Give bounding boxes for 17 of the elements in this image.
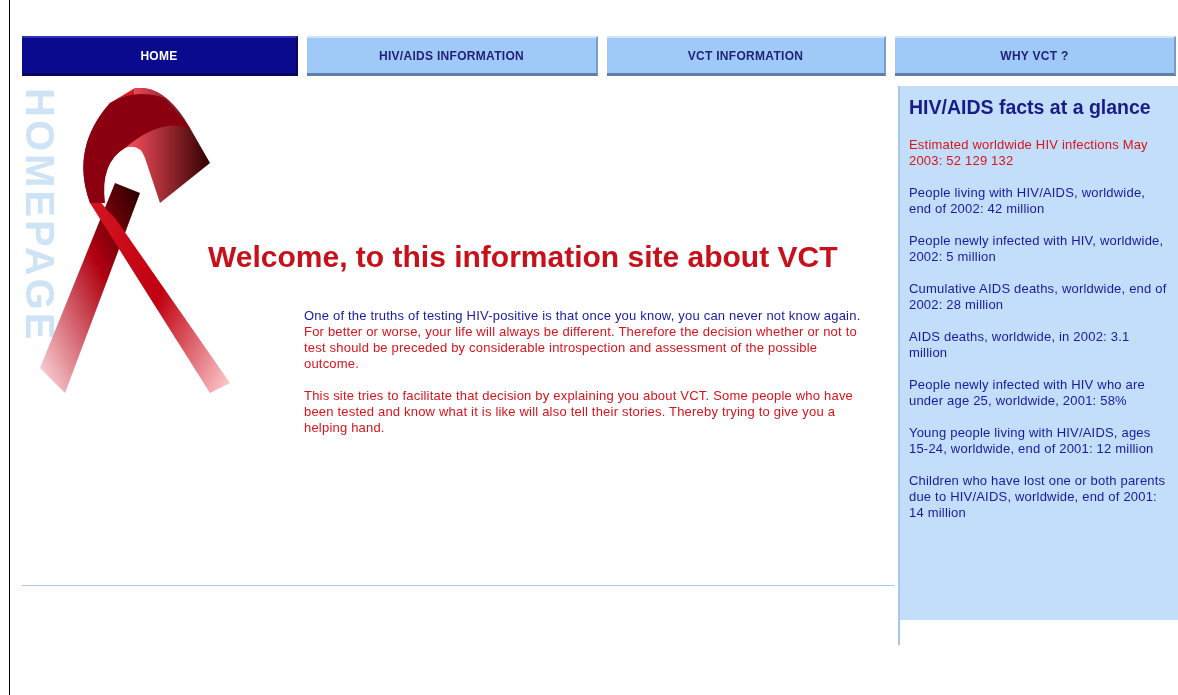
fact-text: Children who have lost one or both parents due to HIV/AIDS, worldwide, end of 2001: 14 million bbox=[909, 473, 1167, 521]
nav-tab[interactable]: HOME bbox=[22, 36, 298, 76]
fact-text: People newly infected with HIV, worldwide, 2002: 5 million bbox=[909, 233, 1165, 265]
nav-tab[interactable]: HIV/AIDS INFORMATION bbox=[307, 36, 598, 76]
fact-text: People newly infected with HIV who are under age 25, worldwide, 2001: 58% bbox=[909, 377, 1146, 409]
intro-paragraph: One of the truths of testing HIV-positive is that once you know, you can never not know again. bbox=[304, 308, 862, 324]
intro-paragraph: This site tries to facilitate that decision by explaining you about VCT. Some people who have been tested and know what it is like will also tell their stories. Thereby trying to give you a helping hand. bbox=[304, 388, 854, 436]
fact-text: Cumulative AIDS deaths, worldwide, end of 2002: 28 million bbox=[909, 281, 1168, 313]
facts-title: HIV/AIDS facts at a glance bbox=[909, 96, 1152, 119]
fact-text: Young people living with HIV/AIDS, ages 15-24, worldwide, end of 2001: 12 million bbox=[909, 425, 1155, 457]
welcome-heading: Welcome, to this information site about VCT bbox=[208, 240, 839, 274]
intro-paragraph: For better or worse, your life will always be different. Therefore the decision whether or not to test should be preceded by considerable introspection and assessment of the possible outcome. bbox=[304, 324, 858, 372]
fact-text: AIDS deaths, worldwide, in 2002: 3.1 million bbox=[909, 329, 1131, 361]
nav-tab[interactable]: VCT INFORMATION bbox=[607, 36, 886, 76]
fact-text: Estimated worldwide HIV infections May 2003: 52 129 132 bbox=[909, 137, 1149, 169]
nav-tab[interactable]: WHY VCT ? bbox=[895, 36, 1176, 76]
fact-text: People living with HIV/AIDS, worldwide, end of 2002: 42 million bbox=[909, 185, 1147, 217]
